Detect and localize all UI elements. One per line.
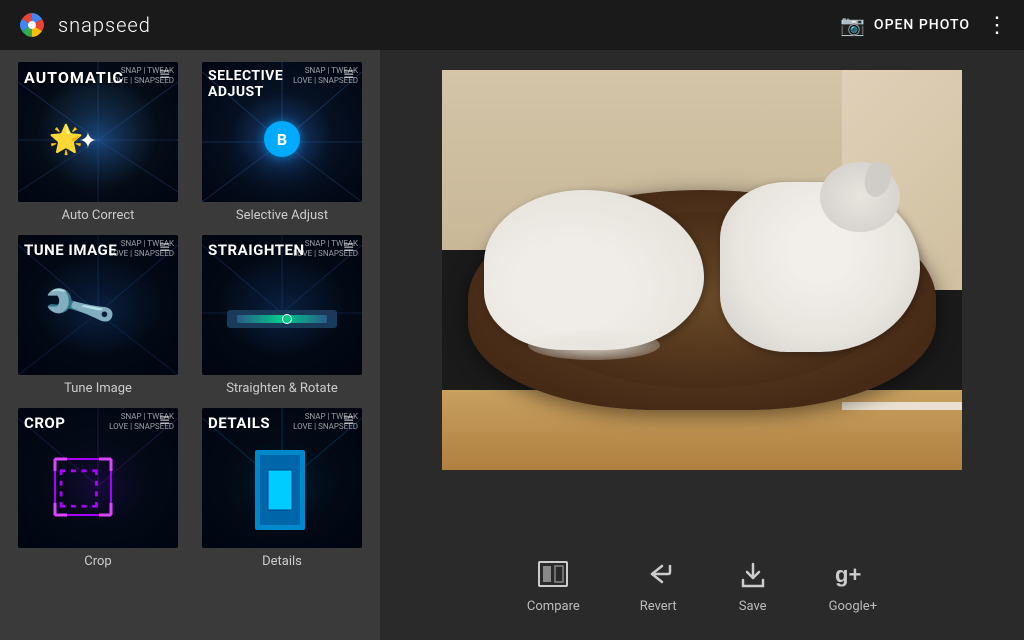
auto-correct-card-icon: ≡ [159,64,170,85]
save-icon [737,560,769,595]
google-plus-label: Google+ [829,599,877,614]
crop-card-icon: ≡ [159,410,170,431]
tool-card-details[interactable]: DETAILS SNAP | TWEAKLOVE | SNAPSEED ≡ De… [196,408,368,569]
open-photo-button[interactable]: 📷 OPEN PHOTO [840,13,970,37]
tool-card-auto-correct[interactable]: 🌟 ✦ AUTOMATIC SNAP | TWEAKLOVE | SNAPSEE… [12,62,184,223]
compare-button[interactable]: Compare [527,560,580,614]
tools-panel: 🌟 ✦ AUTOMATIC SNAP | TWEAKLOVE | SNAPSEE… [0,50,380,640]
photo-display [442,70,962,470]
tool-card-tune-image[interactable]: 🔧 TUNE IMAGE SNAP | TWEAKLOVE | SNAPSEED… [12,235,184,396]
save-label: Save [739,599,767,614]
tool-card-auto-correct-image: 🌟 ✦ AUTOMATIC SNAP | TWEAKLOVE | SNAPSEE… [18,62,178,202]
tool-card-straighten-image: STRAIGHTEN SNAP | TWEAKLOVE | SNAPSEED ≡ [202,235,362,375]
photo-dog2-head [820,162,900,232]
straighten-card-title: STRAIGHTEN [208,241,305,259]
tool-card-straighten[interactable]: STRAIGHTEN SNAP | TWEAKLOVE | SNAPSEED ≡… [196,235,368,396]
google-plus-button[interactable]: g+ Google+ [829,560,877,614]
crop-card-title: CROP [24,414,65,432]
straighten-card-icon: ≡ [343,237,354,258]
auto-correct-sparkle-icon: ✦ [79,129,97,154]
photo-baseboard [842,402,962,410]
details-tool-icon [250,450,310,530]
photo-dog2 [720,182,920,352]
tool-card-selective-adjust-image: B SELECTIVEADJUST SNAP | TWEAKLOVE | SNA… [202,62,362,202]
snapseed-logo-icon [16,9,48,41]
revert-icon [642,560,674,595]
app-name: snapseed [58,13,151,37]
revert-label: Revert [640,599,677,614]
tool-card-auto-correct-label: Auto Correct [62,208,135,223]
bottom-toolbar: Compare Revert [527,550,877,624]
header-right: 📷 OPEN PHOTO ⋮ [840,13,1008,38]
photo-scene [442,70,962,470]
tool-card-crop[interactable]: ⬚ CROP SNAP | TWEAKLOVE | [12,408,184,569]
tool-card-crop-image: ⬚ CROP SNAP | TWEAKLOVE | [18,408,178,548]
tune-image-card-icon: ≡ [159,237,170,258]
details-card-title: DETAILS [208,414,270,432]
compare-label: Compare [527,599,580,614]
header: snapseed 📷 OPEN PHOTO ⋮ [0,0,1024,50]
tool-card-straighten-label: Straighten & Rotate [226,381,338,396]
open-photo-label: OPEN PHOTO [874,17,970,33]
tool-card-crop-label: Crop [84,554,111,569]
header-left: snapseed [16,9,151,41]
selective-adjust-card-title: SELECTIVEADJUST [208,68,283,100]
more-options-button[interactable]: ⋮ [986,13,1008,38]
right-panel: Compare Revert [380,50,1024,640]
save-button[interactable]: Save [737,560,769,614]
selective-adjust-card-icon: ≡ [343,64,354,85]
straighten-bubble-icon [282,314,292,324]
revert-button[interactable]: Revert [640,560,677,614]
tool-card-tune-image-label: Tune Image [64,381,132,396]
tool-card-selective-adjust-label: Selective Adjust [236,208,328,223]
main-content: 🌟 ✦ AUTOMATIC SNAP | TWEAKLOVE | SNAPSEE… [0,50,1024,640]
svg-text:g+: g+ [835,562,861,587]
google-plus-icon: g+ [835,560,871,595]
tune-image-card-title: TUNE IMAGE [24,241,117,259]
details-card-icon: ≡ [343,410,354,431]
compare-icon [537,560,569,595]
tool-card-tune-image-image: 🔧 TUNE IMAGE SNAP | TWEAKLOVE | SNAPSEED… [18,235,178,375]
straighten-level-bar [237,315,327,323]
tool-card-details-image: DETAILS SNAP | TWEAKLOVE | SNAPSEED ≡ [202,408,362,548]
tool-card-details-label: Details [262,554,302,569]
straighten-level-icon [227,310,337,328]
more-options-icon: ⋮ [986,13,1008,38]
tool-card-selective-adjust[interactable]: B SELECTIVEADJUST SNAP | TWEAKLOVE | SNA… [196,62,368,223]
camera-icon: 📷 [840,13,866,37]
selective-adjust-point-icon: B [264,121,300,157]
crop-corners-icon [53,457,113,517]
